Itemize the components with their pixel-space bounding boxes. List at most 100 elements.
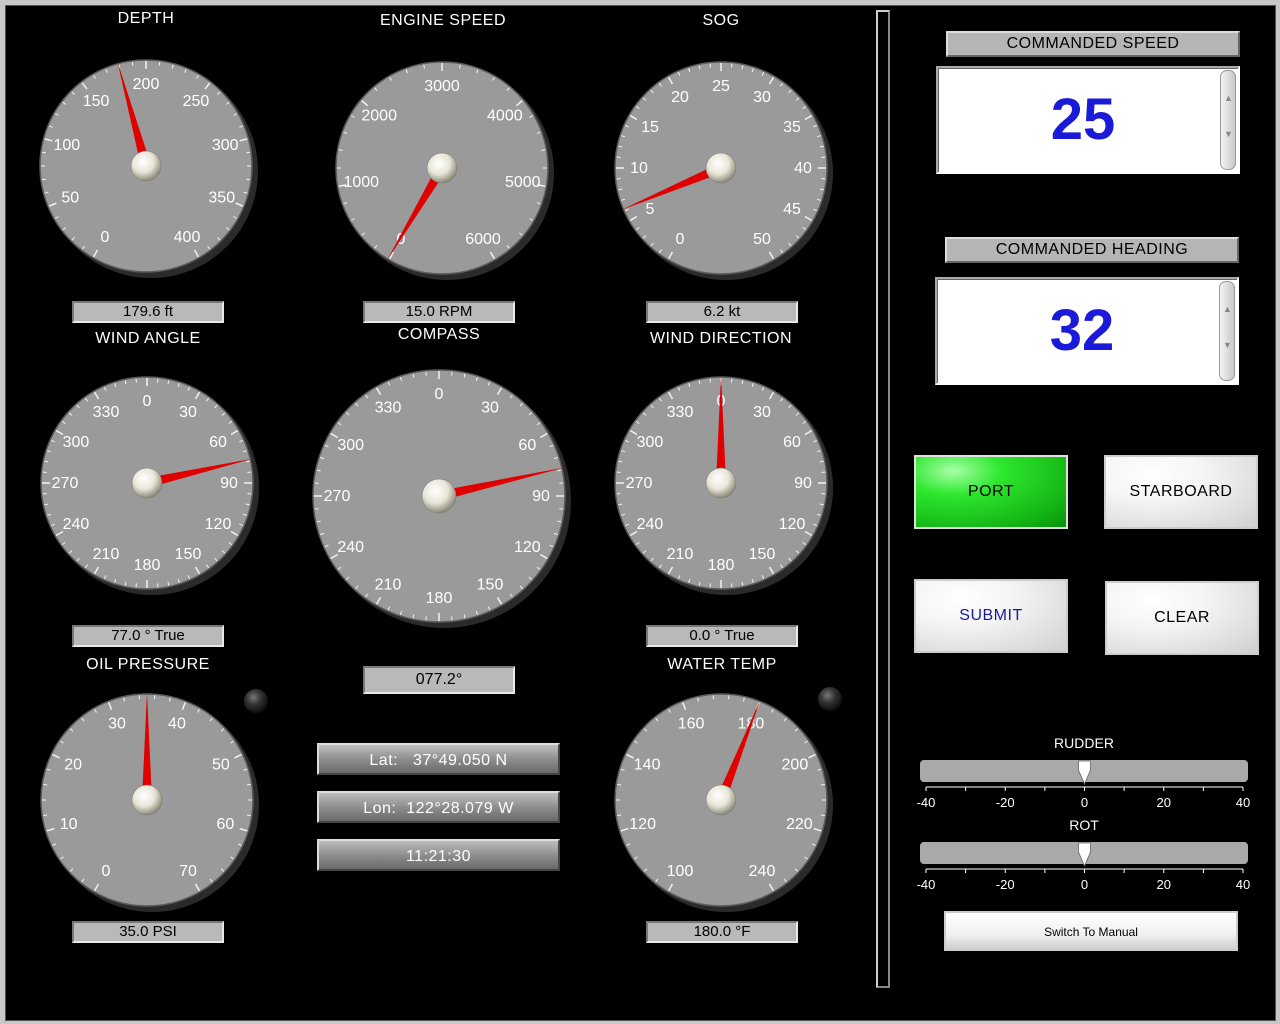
- minor-tick: [41, 178, 46, 181]
- dial-tick-label: 270: [324, 488, 351, 505]
- dial-tick-label: 330: [93, 404, 120, 421]
- dial-tick-label: 350: [208, 189, 235, 206]
- dial-tick-label: 25: [712, 78, 730, 95]
- dial-tick-label: 240: [749, 863, 776, 880]
- submit-button[interactable]: SUBMIT: [914, 579, 1068, 653]
- minor-tick: [246, 783, 251, 786]
- dial-tick-label: 40: [168, 716, 186, 733]
- dial-tick-label: 120: [514, 539, 541, 556]
- clear-button[interactable]: CLEAR: [1105, 581, 1259, 655]
- slider-tick-label: 20: [1157, 795, 1171, 810]
- spin-down-icon[interactable]: ▼: [1224, 129, 1233, 139]
- slider-tick-label: 40: [1236, 877, 1250, 892]
- sog-readout: 6.2 kt: [646, 301, 798, 323]
- minor-tick: [43, 814, 48, 817]
- depth-gauge: 0 50 100 150 200 250 300 350 400: [39, 59, 258, 278]
- dial-tick-label: 6000: [465, 231, 501, 248]
- compass-gauge: 0 30 60 90 120 150 180 210 240 270 300 330: [312, 369, 571, 628]
- minor-tick: [338, 149, 343, 151]
- rot-slider[interactable]: -40 -20 0 20 40: [912, 842, 1256, 904]
- minor-tick: [423, 64, 425, 69]
- starboard-button[interactable]: STARBOARD: [1104, 455, 1258, 529]
- dial-tick-label: 45: [783, 201, 801, 218]
- needle-hub: [131, 784, 163, 816]
- wind-angle-gauge: 0 30 60 90 120150 180 210240 270 300330: [40, 376, 259, 595]
- dial-tick-label: 0: [143, 393, 152, 410]
- dial-tick-label: 300: [637, 434, 664, 451]
- dial-tick-label: 60: [209, 434, 227, 451]
- dial-tick-label: 270: [52, 475, 79, 492]
- slider-tick-label: 20: [1157, 877, 1171, 892]
- minor-tick: [820, 783, 825, 786]
- dial-tick-label: 200: [782, 756, 809, 773]
- slider-thumb[interactable]: [1078, 760, 1091, 786]
- wind-direction-gauge: 0306090120150180210240270300330: [614, 375, 833, 595]
- dial-tick-label: 0: [101, 229, 110, 246]
- dial-tick-label: 50: [753, 231, 771, 248]
- water-temp-readout: 180.0 °F: [646, 921, 798, 943]
- commanded-speed-field[interactable]: 25 ▲ ▼: [936, 66, 1240, 174]
- dial-tick-label: 10: [630, 160, 648, 177]
- longitude-value: 122°28.079 W: [406, 800, 514, 817]
- dial-tick-label: 120: [205, 516, 232, 533]
- dial-tick-label: 150: [749, 546, 776, 563]
- spin-up-icon[interactable]: ▲: [1224, 93, 1233, 103]
- dial-tick-label: 210: [93, 546, 120, 563]
- dial-tick-label: 250: [183, 93, 210, 110]
- slider-thumb[interactable]: [1078, 842, 1091, 868]
- wind-angle-readout: 77.0 ° True: [72, 625, 224, 647]
- spin-down-icon[interactable]: ▼: [1223, 340, 1232, 350]
- latitude-value: 37°49.050 N: [412, 752, 508, 769]
- compass-title: COMPASS: [397, 326, 481, 343]
- dial-tick-label: 30: [753, 89, 771, 106]
- dial-tick-label: 240: [637, 516, 664, 533]
- commanded-speed-label: COMMANDED SPEED: [946, 31, 1240, 57]
- minor-tick: [459, 64, 461, 69]
- slider-tick-label: -40: [917, 795, 936, 810]
- spin-up-icon[interactable]: ▲: [1223, 304, 1232, 314]
- needle-hub: [131, 467, 163, 499]
- slider-tick-label: -20: [996, 877, 1015, 892]
- commanded-speed-spinner[interactable]: ▲ ▼: [1220, 70, 1236, 170]
- minor-tick: [43, 783, 48, 786]
- dial-tick-label: 160: [678, 716, 705, 733]
- dial-tick-label: 15: [641, 119, 659, 136]
- compass-readout: 077.2°: [363, 666, 515, 694]
- minor-tick: [246, 178, 251, 181]
- latitude-label: Lat:: [369, 752, 399, 769]
- commanded-heading-field[interactable]: 32 ▲ ▼: [935, 277, 1239, 385]
- rudder-slider[interactable]: -40 -20 0 20 40: [912, 760, 1256, 822]
- depth-title: DEPTH: [117, 10, 175, 27]
- dial-tick-label: 210: [375, 576, 402, 593]
- water-temp-alarm-led: [818, 687, 842, 711]
- dial-tick-label: 90: [532, 488, 550, 505]
- dial-tick-label: 180: [426, 590, 453, 607]
- panel-divider: [876, 10, 890, 988]
- time-display: 11:21:30: [317, 839, 560, 871]
- port-button[interactable]: PORT: [914, 455, 1068, 529]
- dial-tick-label: 30: [753, 404, 771, 421]
- dial-tick-label: 300: [337, 437, 364, 454]
- dial-tick-label: 180: [708, 557, 735, 574]
- minor-tick: [131, 61, 134, 66]
- dial-tick-label: 10: [60, 816, 78, 833]
- dial-tick-label: 120: [779, 516, 806, 533]
- switch-to-manual-button[interactable]: Switch To Manual: [944, 911, 1238, 951]
- dial-tick-label: 70: [179, 863, 197, 880]
- dial-tick-label: 150: [477, 576, 504, 593]
- dial-tick-label: 90: [220, 475, 238, 492]
- dial-tick-label: 100: [53, 137, 80, 154]
- commanded-heading-spinner[interactable]: ▲ ▼: [1219, 281, 1235, 381]
- minor-tick: [246, 814, 251, 817]
- commanded-speed-value: 25: [1050, 87, 1116, 152]
- minor-tick: [820, 814, 825, 817]
- needle-hub: [426, 152, 458, 184]
- dial-tick-label: 60: [216, 816, 234, 833]
- commanded-heading-value: 32: [1049, 298, 1115, 363]
- rot-label: ROT: [1069, 817, 1099, 833]
- depth-readout: 179.6 ft: [72, 301, 224, 323]
- dial-tick-label: 5000: [505, 174, 541, 191]
- rudder-label: RUDDER: [1054, 735, 1114, 751]
- engine-speed-readout: 15.0 RPM: [363, 301, 515, 323]
- dial-tick-label: 30: [179, 404, 197, 421]
